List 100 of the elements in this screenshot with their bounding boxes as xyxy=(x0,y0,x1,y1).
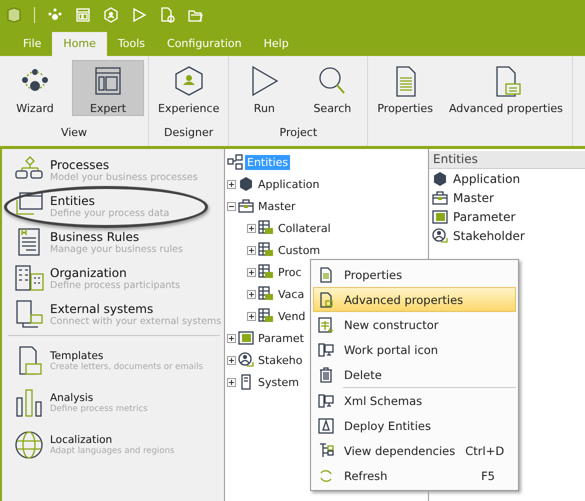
menu-item[interactable]: New constructor xyxy=(313,312,516,337)
item-title: Analysis xyxy=(50,392,94,404)
document-icon xyxy=(318,266,334,282)
sidebar-item[interactable]: Entities Define your process data xyxy=(2,189,224,225)
item-title: Business Rules xyxy=(50,230,140,244)
panel-icon xyxy=(238,330,254,346)
ribbon-button[interactable]: Expert xyxy=(72,60,144,116)
advanced-properties-button[interactable]: Advanced properties xyxy=(444,60,568,116)
person-hexagon-icon[interactable] xyxy=(103,7,119,23)
table-icon xyxy=(258,286,274,302)
sidebar-item[interactable]: Business Rules Manage your business rules xyxy=(2,225,224,261)
refresh-icon xyxy=(318,468,334,484)
expand-icon[interactable] xyxy=(227,180,236,188)
item-description: Model your business processes xyxy=(50,172,198,183)
menu-item[interactable]: Work portal icon xyxy=(313,337,516,362)
menu-item[interactable]: Refresh F5 xyxy=(313,463,516,488)
item-title: External systems xyxy=(50,302,154,316)
app-logo-icon xyxy=(6,7,22,23)
computer-icon xyxy=(318,342,334,358)
menu-item[interactable]: Deploy Entities xyxy=(313,413,516,438)
item-title: Organization xyxy=(50,266,128,280)
menu-item[interactable]: Xml Schemas xyxy=(313,388,516,413)
hexagon-icon xyxy=(238,176,254,192)
table-icon xyxy=(258,264,274,280)
globe-icon xyxy=(14,430,44,460)
briefcase-icon xyxy=(432,190,448,206)
table-add-icon xyxy=(318,316,334,332)
column-header: Entities xyxy=(429,151,585,169)
tree-item[interactable]: Vend xyxy=(276,308,308,324)
list-item[interactable]: Application xyxy=(453,172,520,186)
item-description: Connect with your external systems xyxy=(50,316,222,327)
trash-icon xyxy=(318,366,334,382)
deploy-icon xyxy=(318,418,334,434)
item-title: Templates xyxy=(50,350,104,362)
sidebar-item[interactable]: Templates Create letters, documents or emails xyxy=(8,340,220,382)
person-circle-icon xyxy=(432,228,448,244)
item-description: Define your process data xyxy=(50,208,170,219)
list-item[interactable]: Master xyxy=(453,190,494,204)
ribbon-button[interactable]: Experience xyxy=(153,60,224,116)
item-description: Define process metrics xyxy=(50,404,148,414)
play-icon[interactable] xyxy=(131,7,147,23)
dots-icon[interactable] xyxy=(47,7,63,23)
table-icon xyxy=(258,308,274,324)
tree-item[interactable]: Paramet xyxy=(256,330,306,346)
expand-icon[interactable] xyxy=(227,356,236,364)
menu-item[interactable]: Delete xyxy=(313,362,516,387)
item-title: Localization xyxy=(50,434,114,446)
group-label: Designer xyxy=(163,125,214,141)
document-card-icon xyxy=(318,292,334,308)
tree-item[interactable]: Proc xyxy=(276,264,304,280)
item-description: Adapt languages and regions xyxy=(50,446,174,456)
group-label: Project xyxy=(278,125,318,141)
sidebar-item[interactable]: Processes Model your business processes xyxy=(2,153,224,189)
expand-icon[interactable] xyxy=(247,312,256,320)
buildings-icon xyxy=(14,264,44,294)
table-icon xyxy=(258,242,274,258)
sidebar-item[interactable]: Localization Adapt languages and regions xyxy=(8,424,220,466)
document-add-icon[interactable] xyxy=(159,7,175,23)
list-item[interactable]: Stakeholder xyxy=(453,228,525,242)
list-item[interactable]: Parameter xyxy=(453,210,516,224)
tree-item[interactable]: Master xyxy=(256,198,298,214)
ribbon-button[interactable]: Search xyxy=(301,60,364,116)
ribbon-button[interactable]: Properties xyxy=(372,60,438,116)
ribbon-button[interactable]: Run xyxy=(233,60,296,116)
table-icon xyxy=(258,220,274,236)
shortcut-label: Ctrl+D xyxy=(465,444,504,458)
tree-item[interactable]: Stakeho xyxy=(256,352,304,368)
expand-icon[interactable] xyxy=(247,246,256,254)
menu-item[interactable]: Advanced properties xyxy=(313,287,516,312)
tree-item[interactable]: Application xyxy=(256,176,322,192)
item-description: Manage your business rules xyxy=(50,244,183,255)
computer-icon xyxy=(318,392,334,408)
shortcut-label: F5 xyxy=(481,468,495,482)
bar-chart-icon xyxy=(14,388,44,418)
expand-icon[interactable] xyxy=(247,268,256,276)
tree-item[interactable]: System xyxy=(256,374,302,390)
person-circle-icon xyxy=(238,352,254,368)
item-description: Define process participants xyxy=(50,280,180,291)
sidebar-item[interactable]: Organization Define process participants xyxy=(2,261,224,297)
menu-item[interactable]: Properties xyxy=(313,262,516,287)
sidebar-item[interactable]: Analysis Define process metrics xyxy=(8,382,220,424)
ribbon-button[interactable]: Wizard xyxy=(4,60,66,116)
expand-icon[interactable] xyxy=(227,334,236,342)
computer-icon xyxy=(14,300,44,330)
expand-icon[interactable] xyxy=(247,224,256,232)
menu-item[interactable]: View dependencies Ctrl+D xyxy=(313,438,516,463)
panel-icon xyxy=(432,208,448,224)
tree-item[interactable]: Collateral xyxy=(276,220,333,236)
item-title: Entities xyxy=(50,194,96,208)
expand-icon[interactable] xyxy=(227,378,236,386)
tree-item[interactable]: Vaca xyxy=(276,286,306,302)
tree-item[interactable]: Custom xyxy=(276,242,322,258)
item-title: Processes xyxy=(50,158,110,172)
dependency-tree-icon xyxy=(318,442,334,458)
layout-icon[interactable] xyxy=(75,7,91,23)
sidebar-item[interactable]: External systems Connect with your external systems xyxy=(2,297,224,333)
item-description: Create letters, documents or emails xyxy=(50,362,204,372)
hierarchy-icon xyxy=(227,154,243,170)
expand-icon[interactable] xyxy=(247,290,256,298)
collapse-icon[interactable] xyxy=(227,202,236,210)
